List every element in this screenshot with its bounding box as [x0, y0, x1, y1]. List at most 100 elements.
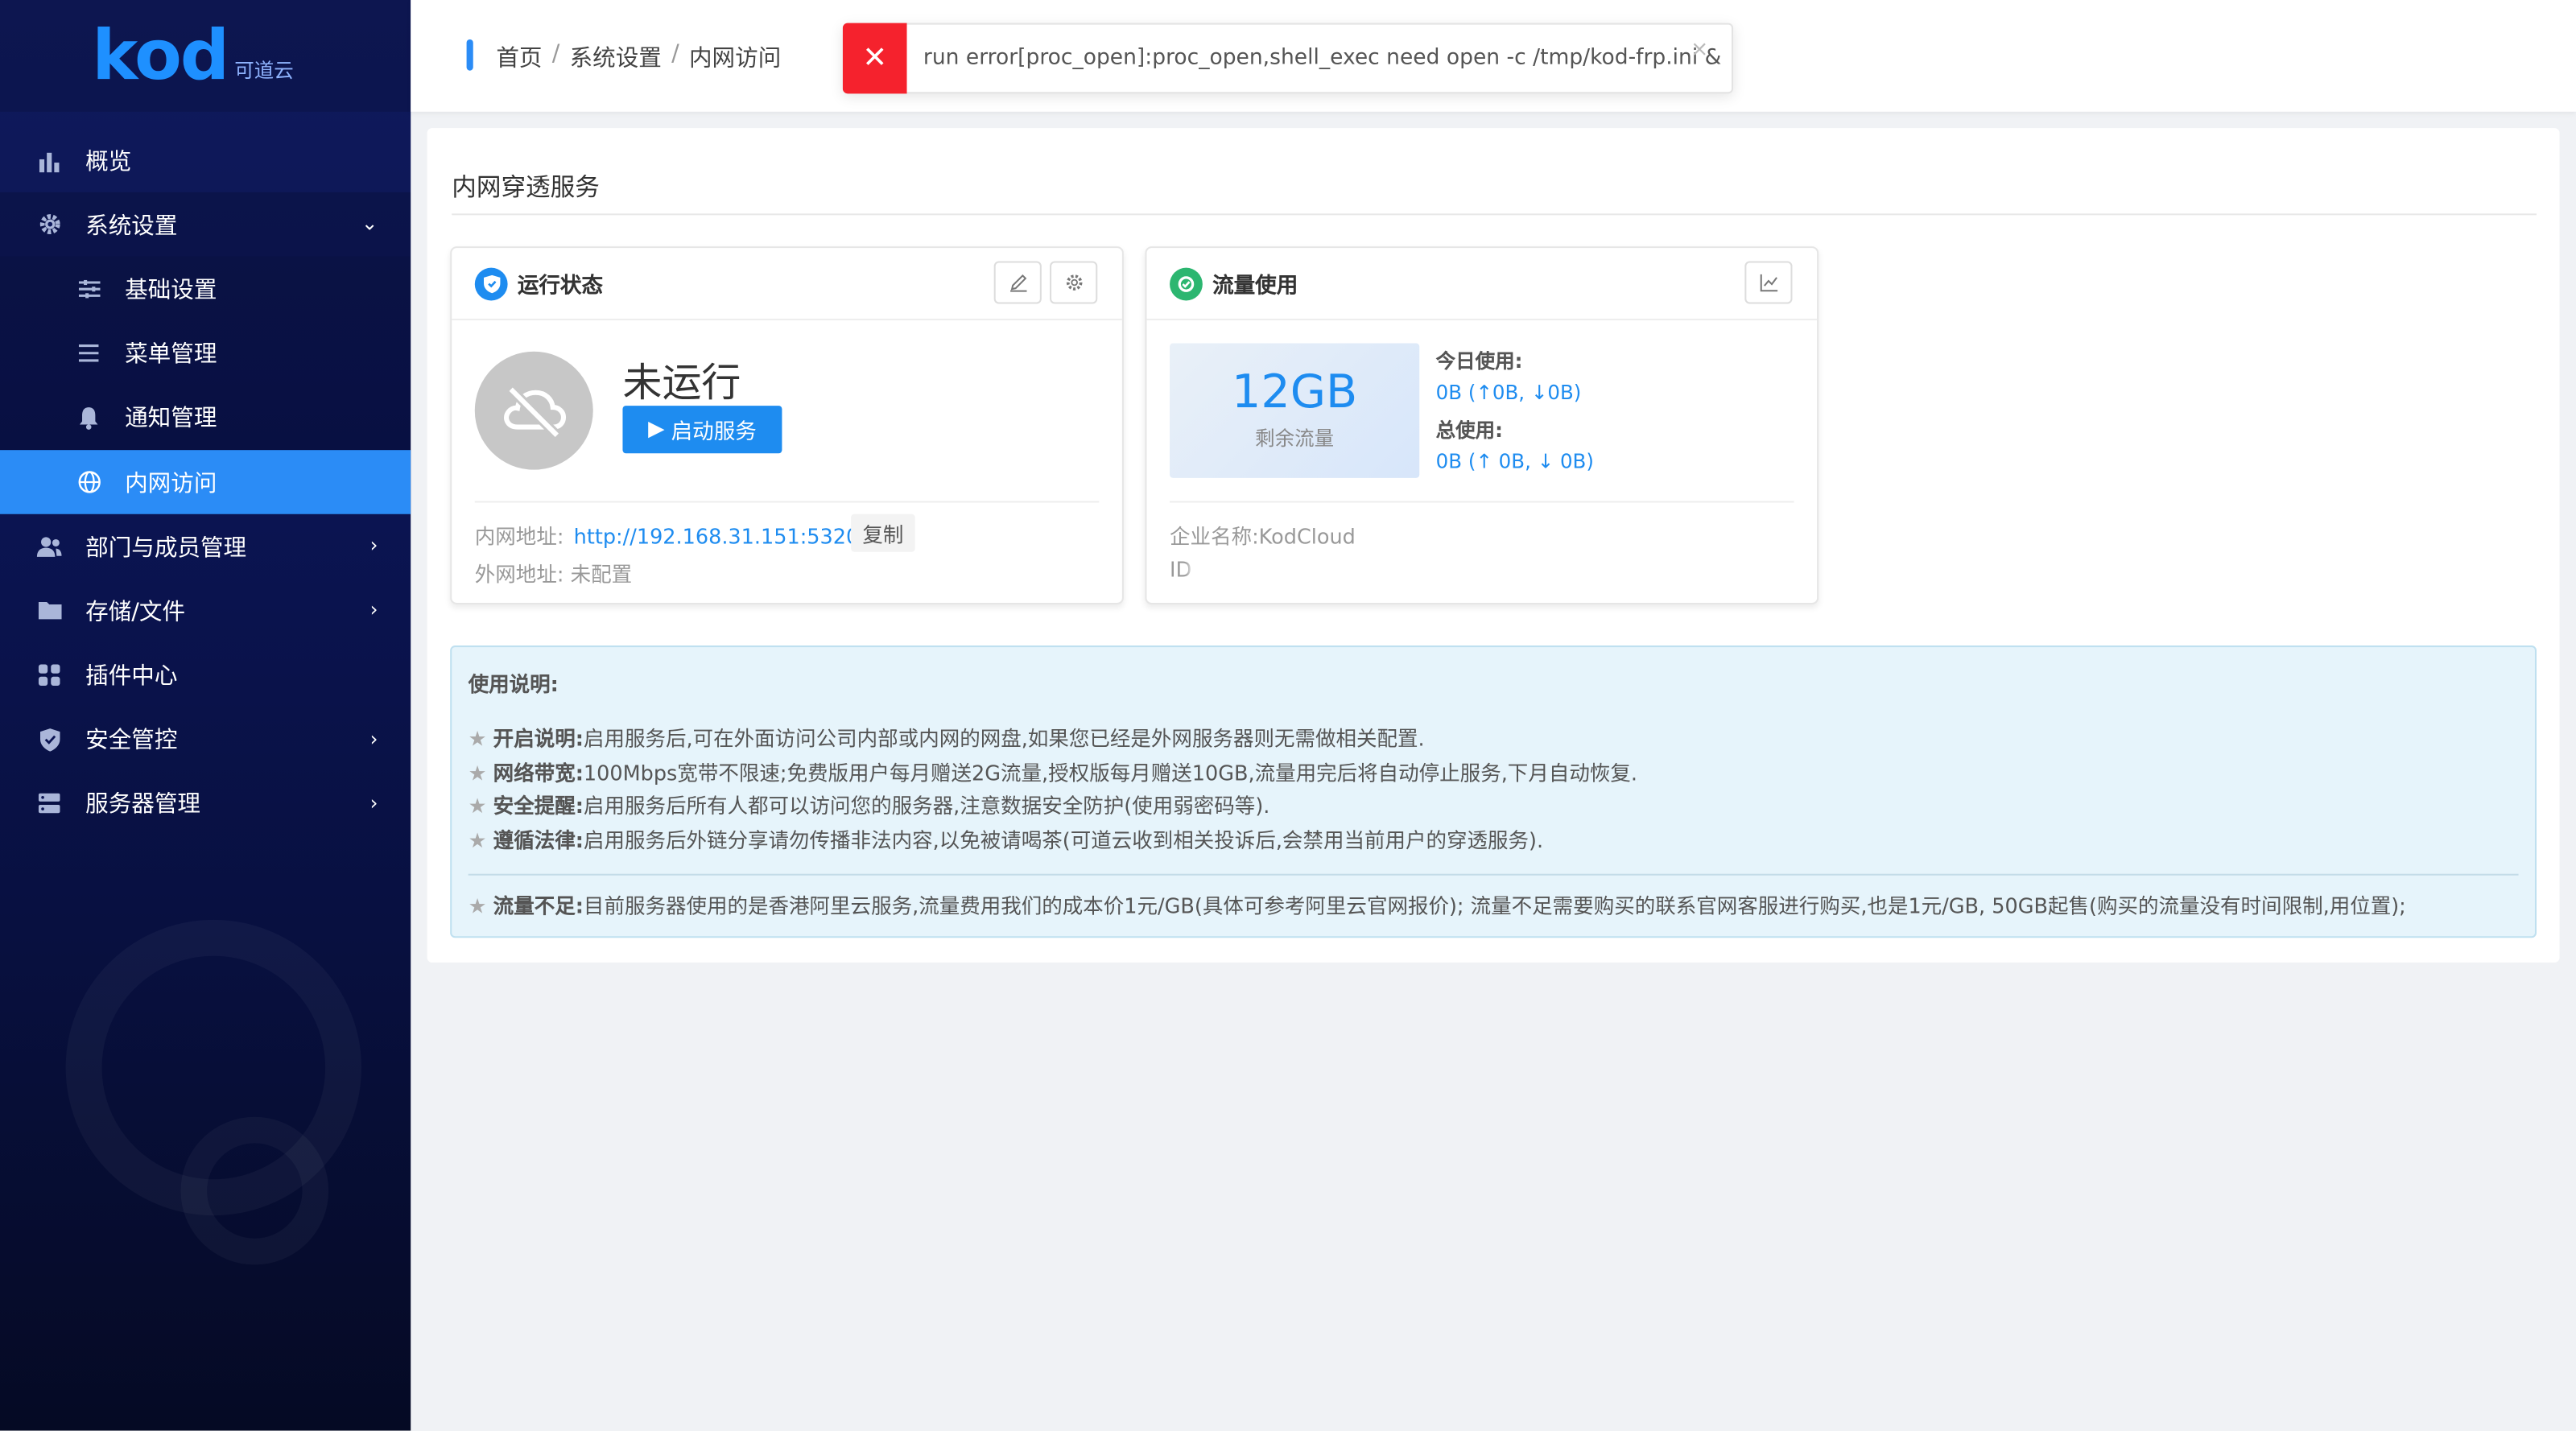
status-card-title: 运行状态: [517, 274, 604, 299]
sidebar-item-storage[interactable]: 存储/文件 ›: [0, 579, 411, 643]
logo[interactable]: kod 可道云: [0, 0, 411, 112]
instruction-line: ★ 开启说明:启用服务后,可在外面访问公司内部或内网的网盘,如果您已经是外网服务器…: [469, 723, 2519, 757]
breadcrumb-home[interactable]: 首页: [496, 41, 542, 74]
sidebar-item-system-settings[interactable]: 系统设置 ⌄: [0, 192, 411, 258]
today-usage-label: 今日使用:: [1435, 349, 1523, 373]
star-icon: ★: [468, 726, 487, 751]
traffic-icon: [1170, 266, 1203, 300]
breadcrumb: 首页 / 系统设置 / 内网访问: [496, 41, 781, 74]
intranet-address-row: 内网地址: http://192.168.31.151:5320/: [475, 519, 866, 551]
extranet-value: 未配置: [570, 561, 633, 587]
status-card: 运行状态 未运行 ▶ 启动服务 内网地址: http://192.168.31.…: [450, 246, 1124, 605]
chart-button[interactable]: [1744, 261, 1793, 304]
sidebar-item-label: 插件中心: [85, 663, 178, 691]
instruction-key: 流量不足:: [493, 893, 584, 918]
instruction-text: 启用服务后所有人都可以访问您的服务器,注意数据安全防护(使用弱密码等).: [583, 793, 1270, 819]
star-icon: ★: [468, 827, 487, 852]
instructions-title: 使用说明:: [468, 671, 559, 697]
instruction-key: 安全提醒:: [493, 793, 584, 819]
divider: [452, 213, 2537, 216]
instruction-line: ★ 遵循法律:启用服务后外链分享请勿传播非法内容,以免被请喝茶(可道云收到相关投诉…: [469, 823, 2519, 857]
sidebar-decoration: [180, 1116, 329, 1265]
sidebar-item-label: 存储/文件: [85, 599, 186, 626]
divider: [474, 501, 1100, 503]
breadcrumb-separator: /: [551, 41, 560, 68]
sidebar-item-departments[interactable]: 部门与成员管理 ›: [0, 514, 411, 579]
star-icon: ★: [468, 893, 487, 918]
sidebar-item-server[interactable]: 服务器管理 ›: [0, 772, 411, 836]
sidebar-item-label: 通知管理: [125, 406, 217, 433]
shield-icon: [474, 266, 508, 300]
bar-chart-icon: [36, 147, 63, 174]
sidebar-item-label: 部门与成员管理: [85, 534, 247, 562]
sidebar-item-menu-management[interactable]: 菜单管理: [0, 321, 411, 386]
instruction-line: ★ 流量不足:目前服务器使用的是香港阿里云服务,流量费用我们的成本价1元/GB(具…: [469, 890, 2519, 924]
instruction-line: ★ 网络带宽:100Mbps宽带不限速;免费版用户每月赠送2G流量,授权版每月赠送…: [469, 757, 2519, 790]
license-id-label: ID: [1170, 556, 1192, 582]
total-usage-label: 总使用:: [1435, 419, 1503, 442]
instruction-text: 目前服务器使用的是香港阿里云服务,流量费用我们的成本价1元/GB(具体可参考阿里…: [583, 893, 2406, 918]
gear-icon: [36, 212, 63, 238]
sidebar-item-security[interactable]: 安全管控 ›: [0, 707, 411, 772]
list-icon: [76, 340, 102, 367]
start-service-button[interactable]: ▶ 启动服务: [622, 406, 782, 454]
total-usage: 总使用: 0B (↑ 0B, ↓ 0B): [1436, 415, 1594, 472]
star-icon: ★: [468, 759, 487, 785]
close-icon[interactable]: ×: [1690, 38, 1708, 63]
globe-icon: [76, 469, 102, 496]
logo-text: kod: [92, 14, 229, 96]
breadcrumb-system-settings[interactable]: 系统设置: [570, 41, 662, 74]
chevron-right-icon: ›: [369, 791, 378, 814]
sidebar-item-basic-settings[interactable]: 基础设置: [0, 257, 411, 321]
extranet-address-row: 外网地址: 未配置: [475, 557, 632, 588]
bell-icon: [76, 405, 102, 431]
today-usage: 今日使用: 0B (↑0B, ↓0B): [1436, 347, 1582, 404]
sidebar-item-plugins[interactable]: 插件中心: [0, 643, 411, 707]
instruction-line: ★ 安全提醒:启用服务后所有人都可以访问您的服务器,注意数据安全防护(使用弱密码等…: [469, 790, 2519, 824]
divider: [468, 873, 2519, 876]
grid-icon: [36, 662, 63, 689]
sidebar-item-intranet-access[interactable]: 内网访问: [0, 450, 411, 515]
instruction-text: 启用服务后外链分享请勿传播非法内容,以免被请喝茶(可道云收到相关投诉后,会禁用当…: [583, 827, 1544, 852]
copy-button[interactable]: 复制: [851, 513, 915, 552]
instruction-text: 100Mbps宽带不限速;免费版用户每月赠送2G流量,授权版每月赠送10GB,流…: [583, 759, 1638, 785]
sidebar-item-label: 系统设置: [85, 212, 178, 240]
play-icon: ▶: [648, 417, 665, 442]
toast-message: run error[proc_open]:proc_open,shell_exe…: [923, 46, 1722, 71]
sidebar-item-label: 内网访问: [125, 470, 217, 497]
traffic-card-title: 流量使用: [1212, 274, 1298, 299]
gear-icon: [1063, 267, 1083, 299]
redacted-id-mask: [1189, 551, 1624, 585]
divider: [1170, 501, 1794, 503]
start-service-label: 启动服务: [671, 420, 757, 446]
edit-button[interactable]: [993, 261, 1042, 304]
today-usage-value: 0B (↑0B, ↓0B): [1435, 381, 1582, 405]
sidebar-item-label: 安全管控: [85, 728, 178, 755]
settings-button[interactable]: [1050, 261, 1098, 304]
breadcrumb-marker: [466, 39, 473, 71]
sliders-icon: [76, 276, 102, 303]
remaining-traffic-box: 12GB 剩余流量: [1170, 343, 1420, 478]
service-status: 未运行: [622, 359, 741, 406]
sidebar-item-label: 服务器管理: [85, 792, 200, 819]
sidebar-item-overview[interactable]: 概览: [0, 128, 411, 192]
license-id: ID: [1170, 557, 1191, 582]
breadcrumb-current: 内网访问: [688, 46, 782, 72]
sidebar-item-label: 菜单管理: [125, 341, 217, 369]
chevron-right-icon: ›: [369, 598, 378, 622]
intranet-url-link[interactable]: http://192.168.31.151:5320/: [574, 524, 866, 549]
sidebar-menu: 概览 系统设置 ⌄ 基础设置 菜单管理 通知管理 内网访问 部门与成员管理 › …: [0, 128, 411, 836]
extranet-label: 外网地址:: [474, 561, 564, 587]
users-icon: [36, 534, 63, 560]
logo-subtitle: 可道云: [234, 58, 294, 82]
folder-icon: [36, 598, 63, 625]
star-icon: ★: [468, 793, 487, 819]
error-toast: ✕ run error[proc_open]:proc_open,shell_e…: [842, 22, 1734, 94]
chevron-right-icon: ›: [369, 534, 378, 558]
shield-icon: [36, 727, 63, 753]
traffic-card: 流量使用 12GB 剩余流量 今日使用: 0B (↑0B, ↓0B) 总使用: …: [1145, 246, 1819, 605]
settings-submenu: 基础设置 菜单管理 通知管理 内网访问: [0, 257, 411, 515]
sidebar-item-notification[interactable]: 通知管理: [0, 386, 411, 450]
remaining-traffic-value: 12GB: [1232, 365, 1358, 419]
main-panel: 内网穿透服务 运行状态 未运行 ▶ 启动服务 内网地址: http://192.…: [427, 128, 2560, 963]
